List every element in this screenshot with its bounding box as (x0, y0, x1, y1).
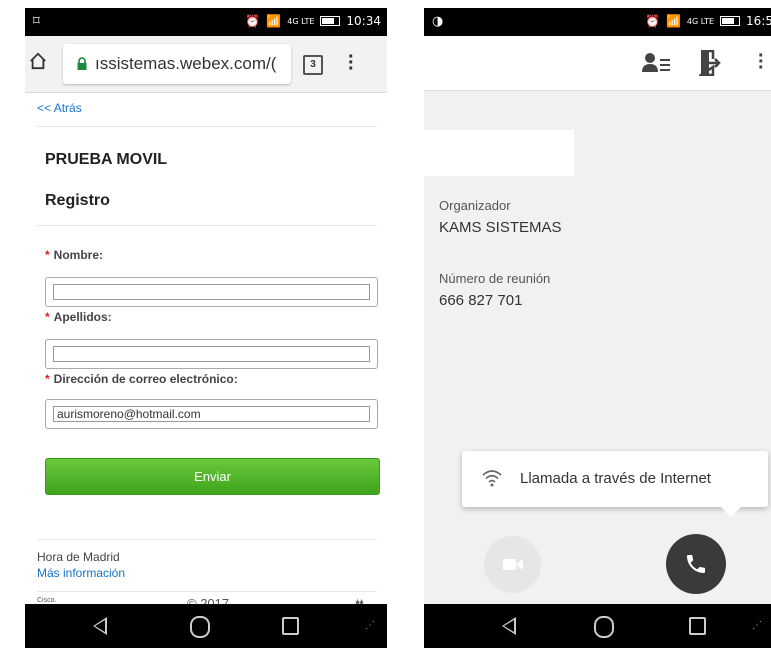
last-name-field[interactable] (45, 339, 378, 369)
network-type: 4G LTE (287, 16, 315, 26)
network-type: 4G LTE (686, 16, 715, 26)
recents-nav-icon[interactable] (689, 617, 706, 635)
leave-meeting-icon[interactable] (699, 50, 721, 76)
recents-nav-icon[interactable] (282, 617, 299, 635)
audio-call-button[interactable] (666, 534, 726, 594)
home-nav-icon[interactable] (190, 616, 210, 638)
status-bar: ⌑ ⏰ 📶 4G LTE 10:34 (25, 8, 387, 36)
host-label: Organizador (439, 198, 511, 213)
screenshot-notification-icon: ⌑ (33, 14, 40, 29)
home-icon[interactable] (29, 52, 47, 70)
wifi-status-icon: 📶 (665, 14, 681, 28)
first-name-field[interactable] (45, 277, 378, 307)
meeting-topic-area (424, 130, 574, 176)
last-name-input[interactable] (53, 346, 370, 362)
timezone-text: Hora de Madrid (37, 550, 120, 564)
status-icons: ⏰ 📶 4G LTE 10:34 (245, 14, 381, 28)
nav-menu-dots-icon[interactable]: ⋰ (365, 620, 376, 631)
page-subtitle: Registro (45, 192, 110, 209)
video-button[interactable] (484, 536, 541, 593)
address-bar[interactable]: ıssistemas.webex.com/( (63, 44, 291, 84)
status-time: 10:34 (346, 14, 381, 28)
host-value: KAMS SISTEMAS (439, 219, 562, 236)
email-field[interactable]: aurismoreno@hotmail.com (45, 399, 378, 429)
first-name-input[interactable] (53, 284, 370, 300)
call-via-internet-option[interactable]: Llamada a través de Internet (462, 451, 768, 517)
tooltip-arrow (720, 506, 742, 517)
cisco-wordmark: Cisco. (37, 597, 57, 604)
meeting-toolbar: · · · (424, 36, 771, 91)
lock-icon (77, 57, 87, 70)
registration-page: << Atrás PRUEBA MOVIL Registro * Nombre: … (25, 93, 387, 611)
required-marker: * (45, 372, 50, 386)
battery-icon (320, 16, 341, 26)
email-label: * Dirección de correo electrónico: (45, 372, 238, 386)
nav-menu-dots-icon[interactable]: ⋰ (752, 620, 763, 631)
status-icons: ⏰ 📶 4G LTE 16:5 (645, 14, 771, 28)
last-name-label: * Apellidos: (45, 310, 112, 324)
browser-menu-icon[interactable]: · · · (348, 47, 355, 79)
home-nav-icon[interactable] (594, 616, 614, 638)
back-nav-icon[interactable] (502, 617, 516, 635)
back-nav-icon[interactable] (93, 617, 107, 635)
status-time: 16:5 (746, 14, 771, 28)
right-phone-screen: ◑ ⏰ 📶 4G LTE 16:5 · · · Organizador KAMS S… (424, 8, 771, 648)
divider (37, 591, 377, 592)
required-marker: * (45, 248, 50, 262)
divider (37, 539, 377, 540)
android-nav-bar: ⋰ (424, 604, 771, 648)
video-camera-icon (503, 559, 523, 570)
status-bar: ◑ ⏰ 📶 4G LTE 16:5 (424, 8, 771, 36)
divider (37, 225, 377, 226)
email-input[interactable]: aurismoreno@hotmail.com (53, 406, 370, 422)
app-notification-icon: ◑ (432, 14, 444, 29)
android-nav-bar: ⋰ (25, 604, 387, 648)
required-marker: * (45, 310, 50, 324)
back-link[interactable]: << Atrás (37, 101, 82, 115)
tab-switcher-button[interactable]: 3 (303, 55, 323, 75)
alarm-icon: ⏰ (245, 14, 261, 28)
app-menu-icon[interactable]: · · · (758, 46, 765, 78)
more-info-link[interactable]: Más información (37, 566, 125, 580)
alarm-icon: ⏰ (645, 14, 660, 28)
tooltip-text: Llamada a través de Internet (520, 470, 711, 487)
participants-icon[interactable] (642, 52, 670, 74)
phone-icon (687, 555, 705, 573)
battery-icon (720, 16, 741, 26)
submit-button[interactable]: Enviar (45, 458, 380, 495)
divider (37, 126, 377, 127)
page-title: PRUEBA MOVIL (45, 151, 168, 168)
wifi-icon (482, 470, 502, 487)
meeting-number-label: Número de reunión (439, 271, 551, 286)
first-name-label: * Nombre: (45, 248, 104, 262)
url-text: ıssistemas.webex.com/( (95, 54, 277, 73)
browser-toolbar: ıssistemas.webex.com/( 3 · · · (25, 36, 387, 93)
left-phone-screen: ⌑ ⏰ 📶 4G LTE 10:34 ıssistemas.webex.com/… (25, 8, 387, 648)
meeting-number-value: 666 827 701 (439, 292, 523, 309)
wifi-status-icon: 📶 (266, 14, 282, 28)
